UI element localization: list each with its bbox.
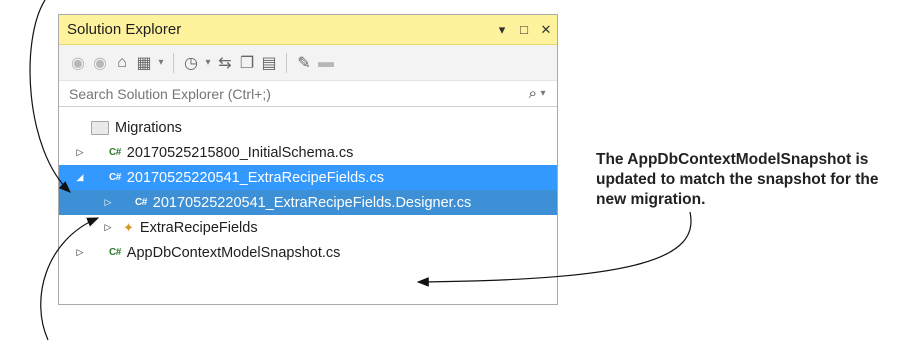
arrow-to-model-snapshot — [416, 211, 692, 287]
arrow-to-designer-file — [40, 217, 100, 341]
annotation-arrows — [29, 0, 692, 341]
arrow-to-extra-recipe-fields — [29, 0, 71, 193]
